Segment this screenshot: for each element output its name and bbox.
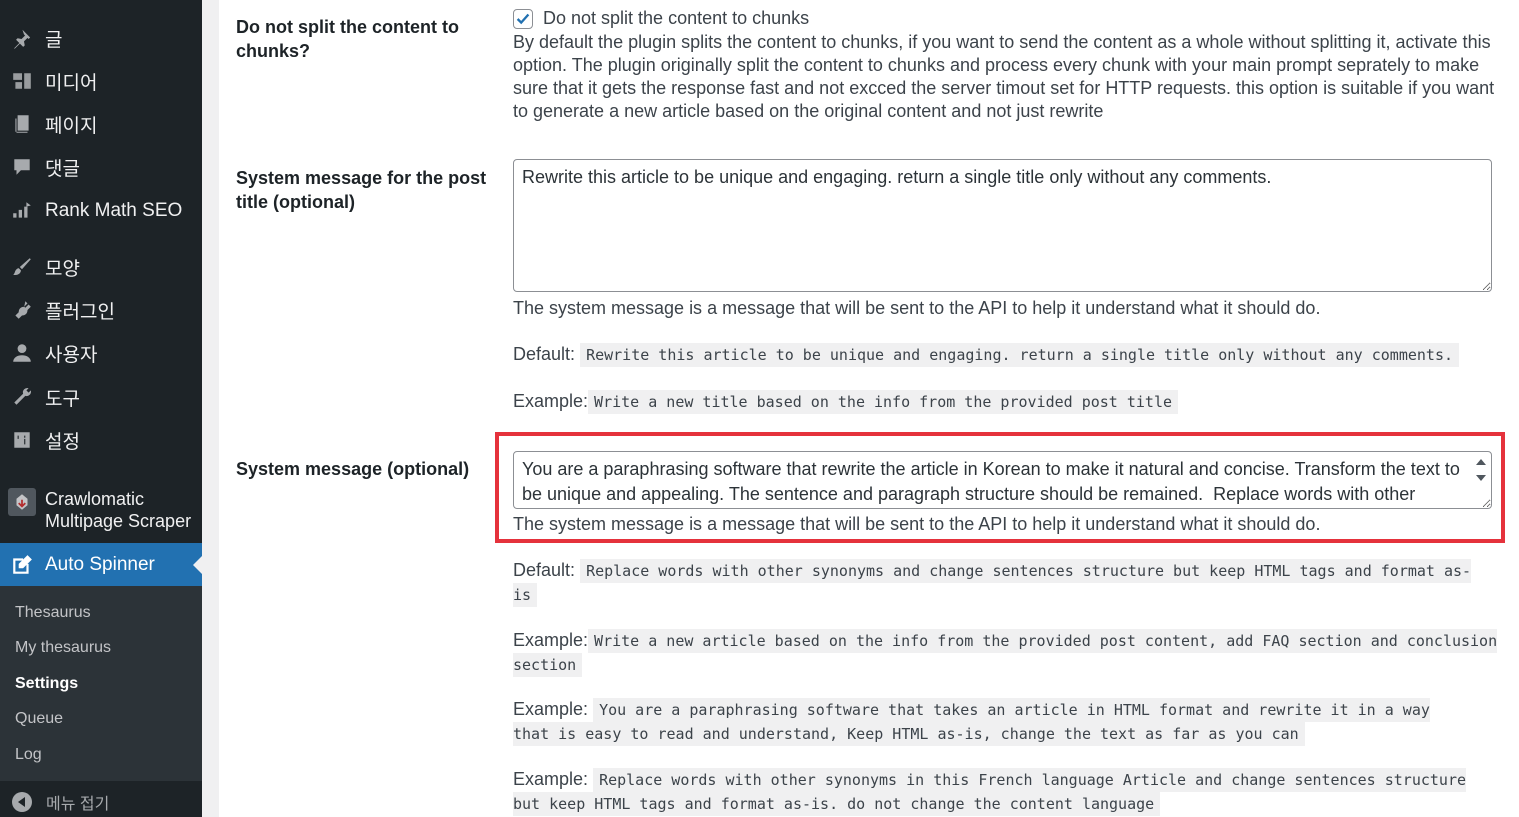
menu-item-settings[interactable]: 설정: [0, 422, 202, 458]
default-label: Default:: [513, 344, 576, 364]
submenu-queue[interactable]: Queue: [15, 710, 63, 728]
media-icon: [10, 69, 34, 93]
page-icon: [10, 112, 34, 136]
menu-item-appearance[interactable]: 모양: [0, 249, 202, 285]
default-label: Default:: [513, 560, 576, 580]
system-example-line-1: Example: Write a new article based on the…: [513, 629, 1498, 677]
menu-label: 사용자: [45, 344, 98, 366]
chunks-label-line2: chunks?: [236, 41, 311, 61]
system-example-code-1: Write a new article based on the info fr…: [513, 629, 1498, 677]
collapse-label: 메뉴 접기: [46, 795, 110, 813]
comment-icon: [10, 155, 34, 179]
crawlomatic-label-line1: Crawlomatic: [45, 489, 145, 509]
submenu-my-thesaurus[interactable]: My thesaurus: [15, 639, 111, 657]
menu-label: 도구: [45, 388, 80, 410]
submenu-thesaurus[interactable]: Thesaurus: [15, 604, 91, 622]
system-message-textarea[interactable]: [513, 451, 1492, 509]
submenu-log[interactable]: Log: [15, 746, 42, 764]
system-example-code-3: Replace words with other synonyms in thi…: [513, 768, 1467, 816]
settings-content: Do not split the content to chunks? Do n…: [219, 0, 1519, 817]
menu-item-auto-spinner[interactable]: Auto Spinner: [0, 543, 202, 586]
crawlomatic-label: Crawlomatic Multipage Scraper: [45, 488, 191, 532]
chunks-checkbox[interactable]: [513, 9, 533, 29]
title-example-code: Write a new title based on the info from…: [588, 390, 1179, 414]
menu-item-rank-math[interactable]: Rank Math SEO: [0, 193, 202, 229]
menu-label: 미디어: [45, 72, 98, 94]
title-message-label-line2: title (optional): [236, 192, 355, 212]
scroll-down-icon: [1475, 475, 1486, 481]
crawlomatic-logo-icon: [8, 488, 36, 516]
menu-item-users[interactable]: 사용자: [0, 335, 202, 371]
wrench-icon: [10, 385, 34, 409]
menu-label: 글: [45, 29, 63, 51]
menu-label: 댓글: [45, 158, 80, 180]
example-label: Example:: [513, 769, 589, 789]
system-message-description: The system message is a message that wil…: [513, 514, 1321, 534]
admin-sidebar: 글 미디어 페이지 댓글 Rank Math SEO 모양 플러그인 사용자 도…: [0, 0, 202, 817]
menu-label: 플러그인: [45, 301, 115, 323]
title-default-line: Default: Rewrite this article to be uniq…: [513, 343, 1493, 367]
chunks-label-line1: Do not split the content to: [236, 17, 459, 37]
collapse-arrow-icon: [12, 791, 32, 812]
chunks-label: Do not split the content to chunks?: [236, 15, 459, 63]
menu-item-posts[interactable]: 글: [0, 20, 202, 56]
menu-label: Auto Spinner: [45, 553, 155, 575]
title-example-line: Example: Write a new title based on the i…: [513, 390, 1493, 414]
menu-item-media[interactable]: 미디어: [0, 63, 202, 99]
paintbrush-icon: [10, 255, 34, 279]
menu-item-crawlomatic[interactable]: Crawlomatic Multipage Scraper: [0, 484, 202, 540]
menu-item-tools[interactable]: 도구: [0, 379, 202, 415]
example-label: Example:: [513, 699, 589, 719]
menu-label: 페이지: [45, 115, 98, 137]
title-message-label: System message for the post title (optio…: [236, 166, 486, 214]
title-message-label-line1: System message for the post: [236, 168, 487, 188]
system-example-line-2: Example: You are a paraphrasing software…: [513, 698, 1473, 746]
menu-item-pages[interactable]: 페이지: [0, 106, 202, 142]
menu-item-plugins[interactable]: 플러그인: [0, 292, 202, 328]
auto-spinner-submenu: Thesaurus My thesaurus Settings Queue Lo…: [0, 586, 202, 781]
menu-label: 설정: [45, 431, 80, 453]
title-system-message-textarea[interactable]: [513, 159, 1492, 292]
user-icon: [10, 341, 34, 365]
title-message-description: The system message is a message that wil…: [513, 298, 1321, 318]
title-default-code: Rewrite this article to be unique and en…: [580, 343, 1460, 367]
pushpin-icon: [10, 26, 34, 50]
settings-icon: [10, 428, 34, 452]
crawlomatic-label-line2: Multipage Scraper: [45, 511, 192, 531]
textarea-scrollbar[interactable]: [1472, 453, 1489, 491]
system-message-label: System message (optional): [236, 459, 470, 479]
system-default-line: Default: Replace words with other synony…: [513, 559, 1473, 607]
system-example-code-2: You are a paraphrasing software that tak…: [513, 698, 1430, 746]
example-label: Example:: [513, 630, 589, 650]
system-default-code: Replace words with other synonyms and ch…: [513, 559, 1472, 607]
menu-label: 모양: [45, 258, 80, 280]
scroll-up-icon: [1475, 459, 1486, 465]
example-label: Example:: [513, 391, 589, 411]
menu-item-comments[interactable]: 댓글: [0, 149, 202, 185]
checkmark-icon: [516, 13, 530, 25]
menu-label: Rank Math SEO: [45, 200, 183, 221]
collapse-menu-button[interactable]: 메뉴 접기: [0, 786, 202, 817]
submenu-settings[interactable]: Settings: [15, 675, 78, 693]
chunks-description: By default the plugin splits the content…: [513, 32, 1495, 121]
plugin-icon: [10, 298, 34, 322]
chunks-checkbox-label[interactable]: Do not split the content to chunks: [543, 7, 809, 30]
rank-math-icon: [10, 199, 34, 223]
edit-icon: [10, 553, 34, 577]
system-example-line-3: Example: Replace words with other synony…: [513, 768, 1473, 816]
